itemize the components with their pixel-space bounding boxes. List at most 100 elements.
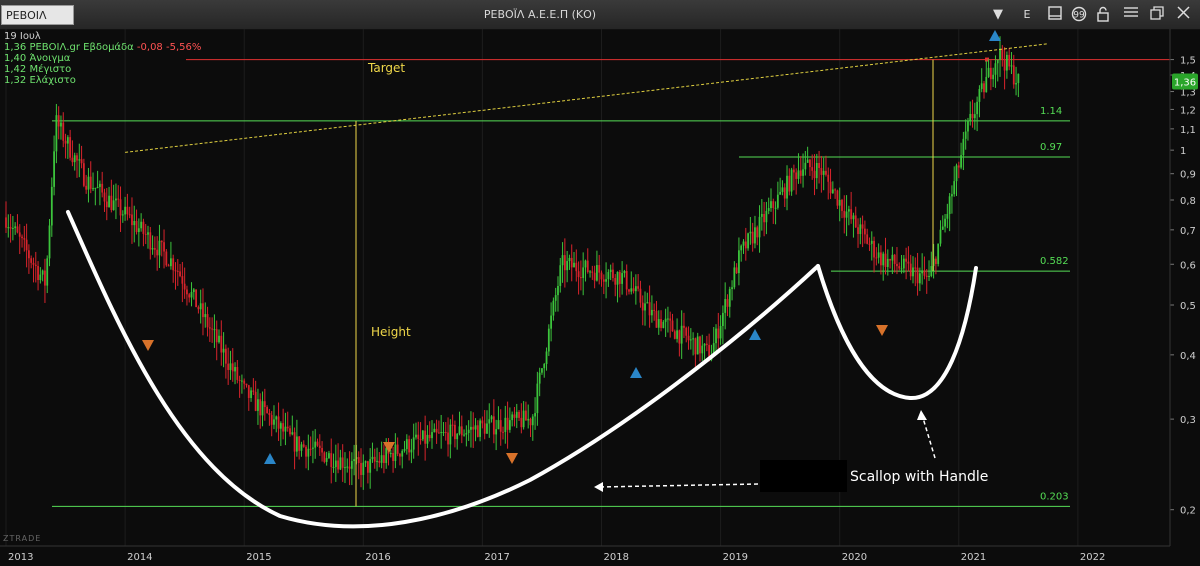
candle-body — [126, 206, 129, 215]
y-tick-label: 0,4 — [1180, 351, 1196, 362]
svg-text:99: 99 — [1073, 11, 1085, 21]
candle-body — [905, 258, 908, 262]
candle-body — [254, 391, 257, 411]
candle-body — [41, 270, 44, 275]
level-label: 1.14 — [1040, 106, 1062, 117]
candle-body — [989, 67, 992, 80]
candle-body — [437, 432, 440, 434]
candle-body — [183, 283, 186, 290]
candle-body — [279, 423, 282, 429]
candle-body — [541, 368, 543, 373]
candle-body — [694, 338, 697, 355]
candle-body — [628, 289, 630, 292]
candle-body — [197, 307, 200, 310]
candle-body — [481, 420, 484, 424]
candle-body — [257, 399, 259, 411]
candle-body — [364, 461, 367, 463]
candle-body — [348, 466, 351, 469]
y-tick-label: 1,5 — [1180, 56, 1196, 67]
candle-body — [261, 401, 264, 416]
candle-body — [293, 432, 296, 452]
candle-body — [687, 335, 690, 341]
restore-icon[interactable] — [1148, 6, 1166, 24]
x-tick-label: 2015 — [246, 552, 271, 563]
candle-body — [923, 270, 926, 276]
candle-body — [121, 214, 124, 216]
candle-body — [467, 429, 470, 434]
candle-body — [55, 115, 58, 152]
candle-body — [176, 270, 179, 272]
level-label: 0.203 — [1040, 491, 1069, 502]
candle-body — [623, 270, 626, 274]
candle-body — [650, 309, 653, 316]
candle-body — [415, 434, 417, 438]
candle-body — [912, 267, 914, 277]
candle-body — [396, 444, 399, 454]
candle-body — [211, 328, 214, 330]
candle-body — [428, 434, 431, 439]
candle-body — [609, 269, 612, 273]
candle-body — [7, 227, 10, 229]
candle-body — [456, 433, 459, 440]
candle-body — [648, 302, 651, 316]
candle-body — [463, 434, 465, 436]
candle-body — [25, 239, 28, 251]
candle-body — [992, 74, 995, 80]
layout-icon[interactable] — [1046, 6, 1064, 24]
price-chart[interactable]: 1.14 0.97 0.582 0.203 Target Height Scallop w… — [0, 29, 1200, 566]
candle-body — [302, 444, 305, 447]
candle-body — [518, 411, 520, 418]
candle-body — [841, 199, 843, 211]
arrow-up-head — [917, 410, 927, 420]
x-tick-label: 2021 — [961, 552, 986, 563]
candle-body — [128, 214, 131, 216]
cup-curve — [66, 210, 820, 529]
e-button[interactable]: E — [1020, 6, 1034, 24]
candle-body — [454, 424, 456, 440]
candle-body — [295, 436, 298, 452]
info-change: -0,08 -5,56% — [136, 42, 202, 53]
candle-body — [259, 399, 262, 416]
y-tick-label: 0,5 — [1180, 301, 1196, 312]
candle-body — [889, 258, 891, 261]
candle-body — [850, 209, 853, 220]
candle-body — [328, 453, 330, 459]
candle-body — [584, 260, 587, 268]
candle-body — [644, 303, 646, 311]
candle-body — [133, 220, 136, 226]
candle-body — [227, 363, 230, 370]
candle-body — [582, 267, 585, 278]
candle-body — [767, 208, 770, 211]
candle-body — [957, 165, 960, 168]
menu-icon[interactable] — [1122, 6, 1140, 24]
candle-body — [756, 227, 759, 238]
candle-body — [987, 67, 990, 77]
candle-body — [206, 314, 209, 328]
candle-body — [646, 302, 649, 304]
candle-body — [506, 417, 509, 430]
lock-icon[interactable] — [1096, 6, 1110, 24]
candle-body — [350, 461, 353, 469]
candle-body — [893, 254, 896, 264]
candle-body — [586, 260, 589, 273]
candle-body — [1017, 73, 1020, 84]
candle-body — [907, 261, 910, 264]
candle-body — [941, 226, 944, 230]
candle-body — [534, 413, 536, 417]
candle-body — [664, 318, 667, 322]
candle-body — [140, 221, 143, 229]
candle-body — [788, 175, 791, 192]
candle-body — [305, 446, 307, 457]
candle-body — [172, 258, 175, 271]
candle-body — [179, 271, 181, 277]
candle-body — [882, 253, 885, 266]
candle-body — [728, 289, 731, 307]
candle-body — [360, 463, 362, 475]
candle-body — [520, 417, 523, 428]
dropdown-icon[interactable]: ▼ — [990, 6, 1006, 24]
candle-body — [939, 229, 942, 244]
quote-icon[interactable]: 99 — [1070, 6, 1088, 24]
event-marker-icon — [749, 329, 761, 340]
y-tick-label: 0,2 — [1180, 506, 1196, 517]
close-icon[interactable] — [1174, 6, 1192, 24]
